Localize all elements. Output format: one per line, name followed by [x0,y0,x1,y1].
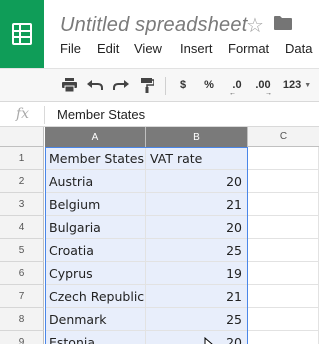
cell-b[interactable]: 20 [146,170,248,193]
cell-a[interactable]: Bulgaria [45,216,146,239]
print-icon [61,78,77,92]
row-header[interactable]: 4 [0,216,44,239]
row-header[interactable]: 7 [0,285,44,308]
sheet-grid[interactable]: A B C 1 Member States VAT rate 2 Austria 20 3 B… [0,127,319,344]
toolbar: $ % .0 ← .00 → 123 ▼ [0,68,319,102]
arrow-right-icon: → [265,90,272,97]
arrow-left-icon: ← [229,90,236,97]
menu-view[interactable]: View [134,41,162,56]
cell-b[interactable]: 25 [146,239,248,262]
row-header[interactable]: 2 [0,170,44,193]
increase-decimals-button[interactable]: .00 → [251,69,275,101]
mouse-pointer-icon [204,337,213,344]
cell-a[interactable]: Estonia [45,331,146,344]
fx-icon: fx [16,106,30,122]
row-header[interactable]: 1 [0,147,44,170]
formula-bar: fx Member States [0,103,319,127]
cell-b[interactable]: 20 [146,331,248,344]
cell-b[interactable]: 20 [146,216,248,239]
row-header[interactable]: 5 [0,239,44,262]
redo-button[interactable] [110,69,132,101]
cell-b[interactable]: 21 [146,193,248,216]
sheets-app-icon[interactable] [0,0,44,68]
cell-a[interactable]: Czech Republic [45,285,146,308]
document-title[interactable]: Untitled spreadsheet [60,14,247,37]
menu-format[interactable]: Format [228,41,269,56]
dropdown-arrow-icon: ▼ [304,81,312,89]
menu-edit[interactable]: Edit [97,41,119,56]
cell-c[interactable] [248,193,319,216]
undo-button[interactable] [84,69,106,101]
sheets-logo-icon [12,23,32,45]
cell-c[interactable] [248,239,319,262]
cell-c[interactable] [248,331,319,344]
menu-data[interactable]: Data [285,41,312,56]
cell-b[interactable]: 25 [146,308,248,331]
column-header-c[interactable]: C [248,127,319,147]
paint-format-icon [140,77,154,93]
cell-c[interactable] [248,216,319,239]
row-header[interactable]: 6 [0,262,44,285]
currency-format-button[interactable]: $ [173,69,193,101]
print-button[interactable] [58,69,80,101]
column-header-a[interactable]: A [45,127,146,147]
cell-a[interactable]: Denmark [45,308,146,331]
formula-input[interactable]: Member States [57,107,145,122]
cell-b[interactable]: 21 [146,285,248,308]
percent-format-button[interactable]: % [199,69,219,101]
decrease-decimals-button[interactable]: .0 ← [225,69,249,101]
menu-file[interactable]: File [60,41,81,56]
redo-icon [113,80,129,90]
cell-c[interactable] [248,170,319,193]
select-all-corner[interactable] [0,127,44,147]
cell-b[interactable]: VAT rate [146,147,248,170]
cell-c[interactable] [248,147,319,170]
cell-c[interactable] [248,262,319,285]
menu-insert[interactable]: Insert [180,41,213,56]
cell-a[interactable]: Member States [45,147,146,170]
cell-c[interactable] [248,308,319,331]
cell-a[interactable]: Belgium [45,193,146,216]
cell-a[interactable]: Cyprus [45,262,146,285]
folder-icon[interactable] [274,16,292,35]
row-header[interactable]: 3 [0,193,44,216]
more-formats-button[interactable]: 123 ▼ [280,69,314,101]
cell-c[interactable] [248,285,319,308]
cell-b[interactable]: 19 [146,262,248,285]
row-header[interactable]: 8 [0,308,44,331]
paint-format-button[interactable] [136,69,158,101]
cell-a[interactable]: Croatia [45,239,146,262]
column-header-b[interactable]: B [146,127,248,147]
row-header[interactable]: 9 [0,331,44,344]
undo-icon [87,80,103,90]
star-icon[interactable]: ☆ [246,13,264,38]
cell-a[interactable]: Austria [45,170,146,193]
